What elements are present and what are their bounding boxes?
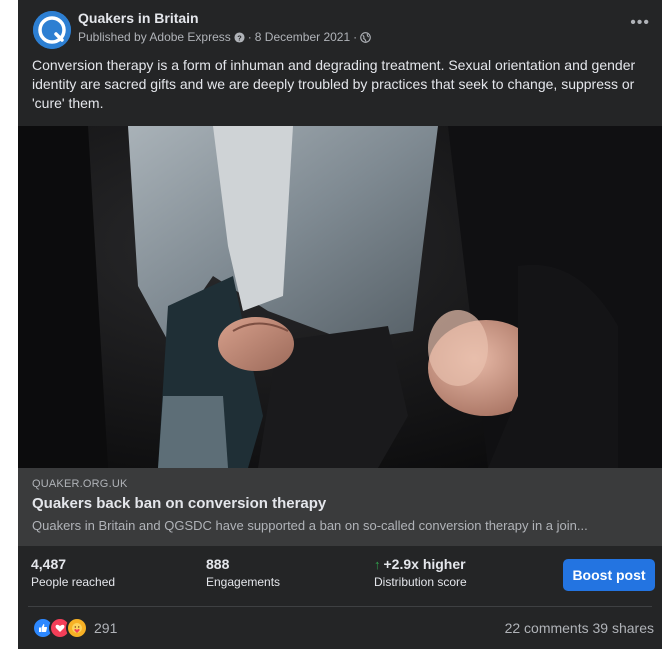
- reactions-summary[interactable]: 291: [32, 616, 117, 640]
- boost-post-button[interactable]: Boost post: [563, 559, 655, 591]
- comments-shares: 22 comments 39 shares: [505, 620, 654, 636]
- care-icon: [66, 617, 88, 639]
- distribution-value: +2.9x higher: [383, 556, 466, 572]
- distribution-value-row: ↑ +2.9x higher: [374, 556, 467, 572]
- post-card: Quakers in Britain Published by Adobe Ex…: [18, 0, 662, 649]
- question-icon[interactable]: ?: [234, 31, 245, 43]
- reaction-count: 291: [94, 620, 118, 636]
- post-header: Quakers in Britain Published by Adobe Ex…: [18, 0, 662, 52]
- globe-icon: [360, 31, 371, 43]
- comments-count[interactable]: 22 comments: [505, 620, 589, 636]
- link-domain: QUAKER.ORG.UK: [32, 478, 128, 490]
- meta-separator: ·: [247, 30, 252, 44]
- post-meta: Published by Adobe Express ? · 8 Decembe…: [78, 30, 371, 44]
- distribution-label: Distribution score: [374, 575, 467, 589]
- arrow-up-icon: ↑: [374, 556, 381, 572]
- photo-two-people-hands: [18, 126, 662, 468]
- post-photo[interactable]: [18, 126, 662, 468]
- divider: [28, 606, 652, 607]
- insights-bar: 4,487 People reached 888 Engagements ↑ +…: [18, 546, 662, 606]
- engagements-label: Engagements: [206, 575, 281, 589]
- link-description: Quakers in Britain and QGSDC have suppor…: [32, 518, 588, 533]
- post-text: Conversion therapy is a form of inhuman …: [32, 57, 636, 111]
- distribution-score[interactable]: ↑ +2.9x higher Distribution score: [374, 556, 467, 589]
- svg-text:?: ?: [237, 33, 242, 42]
- quaker-logo-icon: [33, 11, 71, 49]
- engagements[interactable]: 888 Engagements: [206, 556, 280, 589]
- post-date[interactable]: 8 December 2021: [255, 30, 350, 44]
- more-options-icon[interactable]: •••: [630, 14, 650, 32]
- page-name[interactable]: Quakers in Britain: [78, 10, 199, 26]
- published-by[interactable]: Published by Adobe Express: [78, 30, 231, 44]
- page-avatar[interactable]: [33, 11, 71, 49]
- meta-separator: ·: [353, 30, 358, 44]
- people-reached-value: 4,487: [31, 556, 67, 572]
- people-reached[interactable]: 4,487 People reached: [31, 556, 115, 589]
- people-reached-label: People reached: [31, 575, 116, 589]
- link-preview[interactable]: QUAKER.ORG.UK Quakers back ban on conver…: [18, 468, 662, 546]
- link-title[interactable]: Quakers back ban on conversion therapy: [32, 495, 326, 512]
- engagements-value: 888: [206, 556, 230, 572]
- shares-count[interactable]: 39 shares: [593, 620, 654, 636]
